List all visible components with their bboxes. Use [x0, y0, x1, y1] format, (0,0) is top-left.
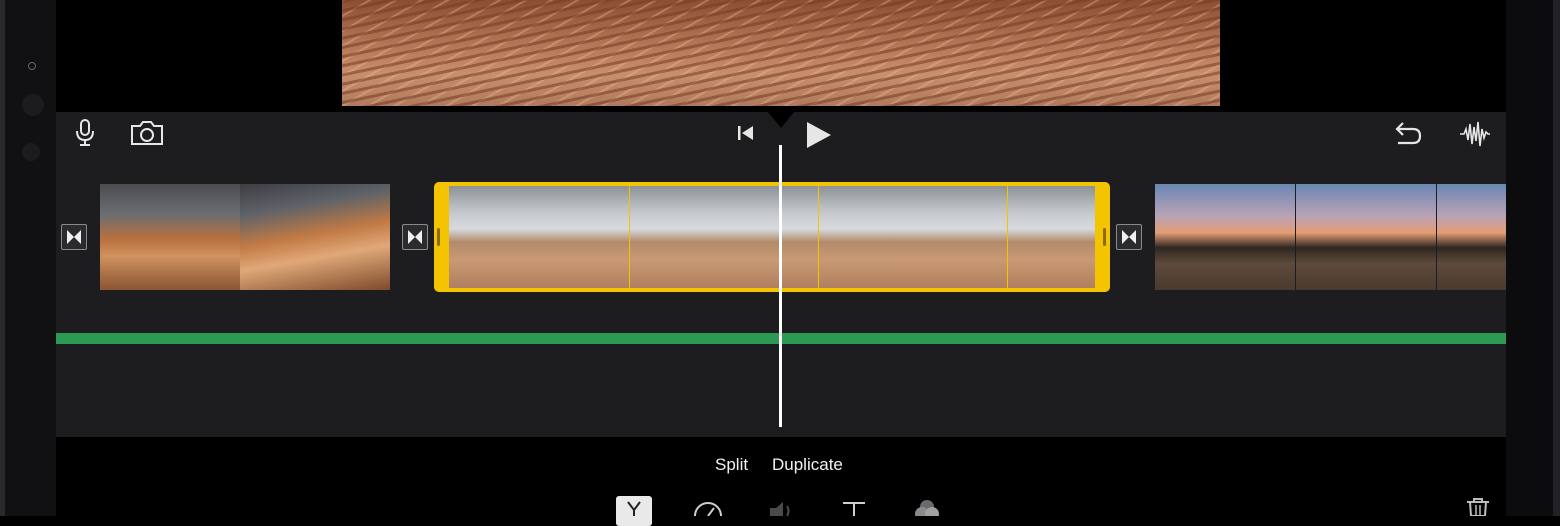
clip-thumbnail	[1155, 184, 1295, 290]
video-clip[interactable]	[100, 184, 390, 290]
split-button[interactable]: Split	[715, 455, 748, 475]
trim-handle-left[interactable]	[437, 228, 440, 246]
clip-thumbnail	[630, 186, 818, 288]
transition-button[interactable]	[1116, 224, 1142, 250]
clip-thumbnail	[1437, 184, 1506, 290]
undo-icon[interactable]	[1393, 119, 1423, 147]
camera-icon[interactable]	[130, 120, 164, 146]
clip-thumbnail	[819, 186, 1007, 288]
clip-thumbnail	[100, 184, 240, 290]
device-sensor	[28, 62, 36, 70]
playhead[interactable]	[779, 145, 782, 427]
filter-icon[interactable]	[910, 498, 944, 521]
audio-waveform-icon[interactable]	[1459, 120, 1491, 148]
clip-thumbnail	[240, 184, 390, 290]
device-button	[22, 143, 40, 161]
device-button	[22, 94, 44, 116]
transition-button[interactable]	[61, 224, 87, 250]
transition-button[interactable]	[402, 224, 428, 250]
play-icon[interactable]	[804, 120, 834, 150]
speed-icon[interactable]	[692, 498, 724, 517]
clip-thumbnail	[1296, 184, 1436, 290]
video-preview-frame[interactable]	[342, 0, 1220, 106]
device-edge-right	[1553, 0, 1560, 516]
clip-thumbnail	[449, 186, 629, 288]
device-bezel-left	[0, 0, 56, 516]
skip-to-start-icon[interactable]	[736, 124, 756, 142]
microphone-icon[interactable]	[74, 118, 96, 148]
video-clip[interactable]	[1155, 184, 1506, 290]
device-edge-left	[0, 0, 5, 516]
selected-video-clip[interactable]	[449, 186, 1095, 288]
title-icon[interactable]	[840, 500, 868, 516]
duplicate-button[interactable]: Duplicate	[772, 455, 843, 475]
device-bezel-right	[1506, 0, 1560, 516]
playhead-marker[interactable]	[763, 106, 799, 128]
scissors-icon[interactable]	[616, 496, 652, 526]
volume-icon[interactable]	[766, 500, 796, 517]
trim-handle-right[interactable]	[1103, 228, 1106, 246]
clip-thumbnail	[1008, 186, 1095, 288]
trash-icon[interactable]	[1465, 497, 1491, 517]
